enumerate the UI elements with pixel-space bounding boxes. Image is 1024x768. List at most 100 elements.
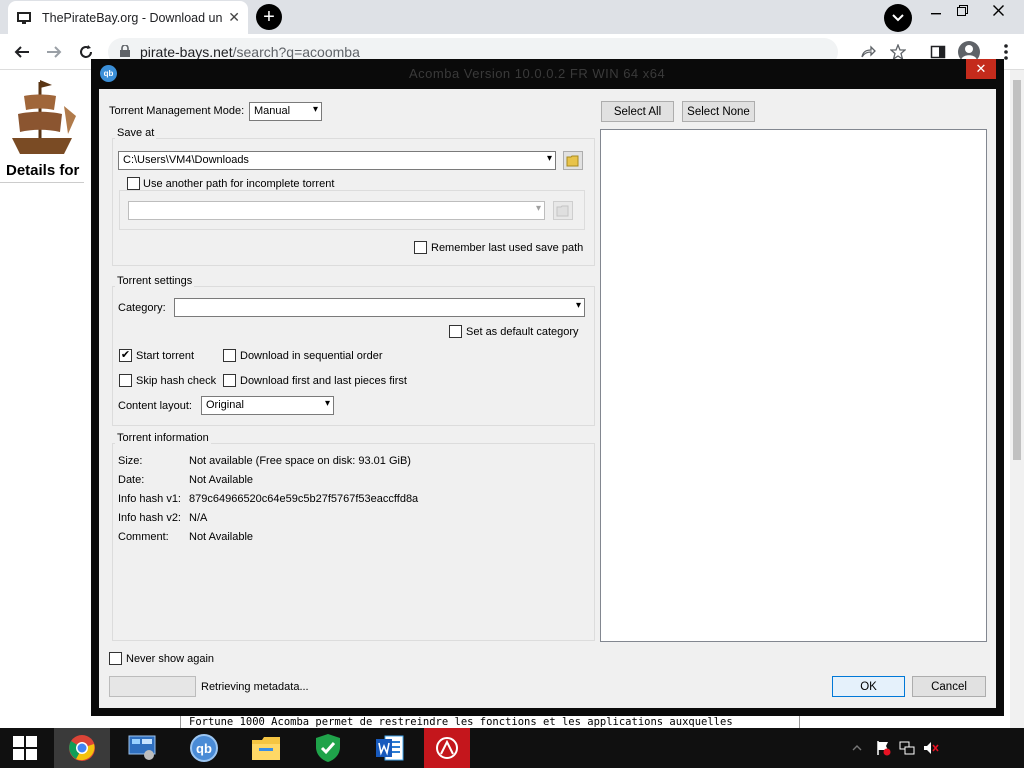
tab-title: ThePirateBay.org - Download unl: [42, 10, 223, 25]
taskbar-chrome[interactable]: [54, 728, 110, 768]
info-value-size: Not available (Free space on disk: 93.01…: [189, 455, 411, 467]
category-combo[interactable]: ▾: [174, 298, 585, 317]
browse-folder-button[interactable]: [563, 151, 583, 170]
reload-icon: [80, 45, 92, 58]
flag-icon: [877, 741, 891, 756]
management-mode-label: Torrent Management Mode:: [109, 105, 245, 117]
save-path-combo[interactable]: C:\Users\VM4\Downloads ▾: [118, 151, 556, 170]
info-value-hash-v1: 879c64966520c64e59c5b27f5767f53eaccffd8a: [189, 493, 419, 505]
set-default-category-checkbox[interactable]: [449, 325, 462, 338]
start-torrent-checkbox[interactable]: ✔: [119, 349, 132, 362]
management-mode-value: Manual: [254, 105, 291, 117]
skip-hash-checkbox[interactable]: [119, 374, 132, 387]
remember-save-path-checkbox[interactable]: [414, 241, 427, 254]
app-icon: [436, 737, 458, 759]
shield-icon: [316, 734, 340, 762]
dialog-close-button[interactable]: ✕: [966, 59, 996, 79]
metadata-progress-bar: [109, 676, 196, 697]
back-arrow-icon: [14, 46, 29, 58]
info-label-hash-v1: Info hash v1:: [118, 493, 181, 505]
start-torrent-label: Start torrent: [136, 350, 195, 362]
taskbar-word[interactable]: [362, 728, 418, 768]
pirate-ship-logo: [2, 76, 82, 166]
never-show-again-checkbox[interactable]: [109, 652, 122, 665]
chevron-down-icon: ▾: [312, 104, 318, 115]
page-scrollbar[interactable]: [1010, 70, 1024, 728]
network-icon: [899, 741, 915, 755]
close-window-button[interactable]: [980, 0, 1016, 20]
first-last-pieces-label: Download first and last pieces first: [240, 375, 407, 387]
back-button[interactable]: [10, 40, 34, 64]
taskbar: qb: [0, 728, 1024, 768]
info-value-hash-v2: N/A: [189, 512, 208, 524]
content-layout-label: Content layout:: [118, 400, 192, 412]
select-all-button[interactable]: Select All: [601, 101, 674, 122]
pirate-favicon-icon: [16, 10, 32, 26]
remember-save-path-label: Remember last used save path: [431, 242, 584, 254]
info-label-hash-v2: Info hash v2:: [118, 512, 181, 524]
sequential-order-checkbox[interactable]: [223, 349, 236, 362]
incomplete-path-combo: ▾: [128, 201, 545, 220]
chrome-icon: [69, 735, 95, 761]
tab-search-button[interactable]: [884, 4, 912, 32]
save-at-title: Save at: [115, 127, 157, 139]
category-label: Category:: [118, 302, 166, 314]
forward-arrow-icon: [47, 46, 62, 58]
taskbar-file-explorer[interactable]: [238, 728, 294, 768]
close-tab-icon[interactable]: ✕: [228, 9, 240, 26]
use-another-path-checkbox[interactable]: [127, 177, 140, 190]
chevron-down-icon: ▾: [535, 203, 541, 214]
share-icon: [861, 45, 876, 58]
dialog-title: Acomba Version 10.0.0.2 FR WIN 64 x64: [409, 66, 666, 81]
url-path: /search?q=acoomba: [232, 44, 360, 60]
sequential-order-label: Download in sequential order: [240, 350, 383, 362]
info-value-comment: Not Available: [189, 531, 254, 543]
restore-window-button[interactable]: [944, 0, 980, 20]
divider: [0, 182, 84, 183]
close-icon: [992, 4, 1004, 16]
skip-hash-label: Skip hash check: [136, 375, 217, 387]
qbittorrent-icon: qb: [190, 734, 218, 762]
info-label-date: Date:: [118, 474, 145, 486]
details-heading: Details for: [6, 162, 80, 179]
chevron-up-icon: [852, 745, 862, 751]
star-icon: [890, 44, 906, 60]
qbittorrent-icon: qb: [100, 65, 117, 82]
restore-icon: [956, 4, 968, 16]
folder-icon: [252, 737, 280, 760]
info-label-size: Size:: [118, 455, 143, 467]
browser-tabstrip: ThePirateBay.org - Download unl ✕ +: [0, 0, 1024, 34]
taskbar-red-app[interactable]: [424, 728, 470, 768]
use-another-path-label: Use another path for incomplete torrent: [143, 178, 335, 190]
torrent-info-title: Torrent information: [115, 432, 211, 444]
content-layout-value: Original: [206, 399, 244, 411]
side-panel-icon: [930, 45, 946, 59]
torrent-info-group: [112, 443, 595, 641]
management-mode-combo[interactable]: Manual ▾: [249, 102, 322, 121]
taskbar-qbittorrent[interactable]: qb: [176, 728, 232, 768]
cancel-button[interactable]: Cancel: [912, 676, 986, 697]
ok-button[interactable]: OK: [832, 676, 905, 697]
taskbar-security[interactable]: [300, 728, 356, 768]
new-tab-button[interactable]: +: [256, 4, 282, 30]
browser-tab[interactable]: ThePirateBay.org - Download unl ✕: [8, 1, 248, 34]
first-last-pieces-checkbox[interactable]: [223, 374, 236, 387]
start-button[interactable]: [0, 728, 50, 768]
dialog-titlebar[interactable]: qb Acomba Version 10.0.0.2 FR WIN 64 x64: [91, 59, 1004, 89]
chevron-down-icon: ▾: [324, 398, 330, 409]
tray-network[interactable]: [898, 740, 916, 756]
info-value-date: Not Available: [189, 474, 254, 486]
select-none-button[interactable]: Select None: [682, 101, 755, 122]
tray-volume[interactable]: [922, 740, 940, 756]
chevron-down-icon: [892, 14, 904, 22]
taskbar-control-panel[interactable]: [114, 728, 170, 768]
control-panel-icon: [128, 735, 156, 760]
tray-overflow-button[interactable]: [850, 740, 864, 756]
scrollbar-thumb[interactable]: [1013, 80, 1021, 460]
folder-icon: [566, 155, 579, 167]
tray-action-center[interactable]: [874, 740, 892, 756]
more-vert-icon: [1004, 44, 1008, 60]
forward-button[interactable]: [42, 40, 66, 64]
content-layout-combo[interactable]: Original ▾: [201, 396, 334, 415]
file-list[interactable]: [600, 129, 987, 642]
